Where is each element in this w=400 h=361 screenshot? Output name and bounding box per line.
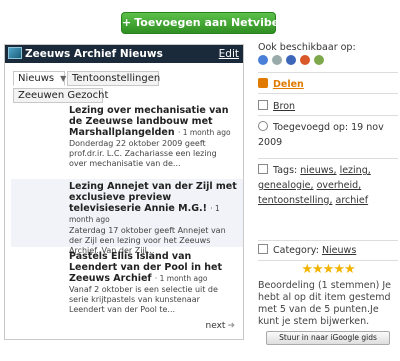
item-age: · 1 month ago bbox=[154, 274, 208, 283]
arrow-right-icon: ➜ bbox=[227, 321, 235, 331]
plus-icon: + bbox=[122, 16, 132, 29]
category-label: Category: bbox=[273, 245, 319, 256]
platform-icons bbox=[258, 55, 328, 68]
google-icon[interactable] bbox=[258, 55, 268, 65]
tag-link[interactable]: nieuws, bbox=[300, 165, 336, 176]
next-link[interactable]: next ➜ bbox=[206, 321, 236, 331]
tab-zeeuwen-gezocht[interactable]: Zeeuwen Gezocht bbox=[13, 88, 108, 103]
igoogle-submit-button[interactable]: Stuur in naar iGoogle gids bbox=[266, 331, 390, 345]
edit-link[interactable]: Edit bbox=[219, 45, 239, 63]
divider bbox=[258, 158, 398, 159]
opera-icon[interactable] bbox=[300, 55, 310, 65]
item-description: Vanaf 2 oktober is een selectie uit de s… bbox=[69, 285, 218, 314]
divider bbox=[258, 93, 398, 94]
tag-link[interactable]: genealogie, bbox=[258, 180, 314, 191]
list-item[interactable]: Pastels Ellis Island van Leendert van de… bbox=[11, 249, 243, 317]
clock-icon bbox=[258, 121, 268, 131]
tag-link[interactable]: lezing, bbox=[340, 165, 371, 176]
divider bbox=[258, 115, 398, 116]
widget-title: Zeeuws Archief Nieuws bbox=[25, 48, 163, 60]
tag-link[interactable]: archief bbox=[336, 195, 369, 206]
tag-icon bbox=[258, 164, 268, 174]
tab-nieuws[interactable]: Nieuws ▼ bbox=[13, 71, 66, 86]
divider bbox=[258, 240, 398, 241]
source-link[interactable]: Bron bbox=[273, 101, 295, 112]
ie-icon[interactable] bbox=[286, 55, 296, 65]
chevron-down-icon[interactable]: ▼ bbox=[60, 72, 66, 85]
item-age: · 1 month ago bbox=[177, 128, 231, 137]
star-rating[interactable]: ★★★★★ bbox=[258, 262, 398, 277]
share-link[interactable]: Delen bbox=[273, 79, 304, 90]
news-widget: Zeeuws Archief Nieuws Edit Nieuws ▼ Tento… bbox=[4, 44, 244, 340]
tags-label: Tags: bbox=[273, 165, 298, 176]
document-icon bbox=[258, 100, 268, 110]
divider bbox=[258, 72, 398, 73]
add-to-netvibes-button[interactable]: + Toevoegen aan Netvibes bbox=[121, 12, 286, 34]
rating-text: Beoordeling (1 stemmen) Je hebt al op di… bbox=[258, 280, 391, 327]
folder-icon bbox=[258, 244, 268, 254]
category-link[interactable]: Nieuws bbox=[322, 245, 356, 256]
list-item[interactable]: Lezing over mechanisatie van de Zeeuwse … bbox=[11, 105, 243, 177]
tag-link[interactable]: overheid, bbox=[317, 180, 362, 191]
widget-logo-icon bbox=[8, 47, 22, 59]
apple-icon[interactable] bbox=[272, 55, 282, 65]
available-label: Ook beschikbaar op: bbox=[258, 42, 356, 53]
item-description: Donderdag 22 oktober 2009 geeft prof.dr.… bbox=[69, 139, 217, 168]
widget-titlebar: Zeeuws Archief Nieuws Edit bbox=[5, 45, 243, 63]
windows-icon[interactable] bbox=[314, 55, 324, 65]
divider bbox=[258, 260, 398, 261]
list-item[interactable]: Lezing Annejet van der Zijl met exclusie… bbox=[11, 179, 243, 255]
added-date: Toegevoegd op: 19 nov 2009 bbox=[258, 122, 384, 148]
tag-link[interactable]: tentoonstelling, bbox=[258, 195, 332, 206]
share-icon bbox=[258, 78, 268, 88]
tab-tentoonstellingen[interactable]: Tentoonstellingen bbox=[67, 71, 160, 86]
